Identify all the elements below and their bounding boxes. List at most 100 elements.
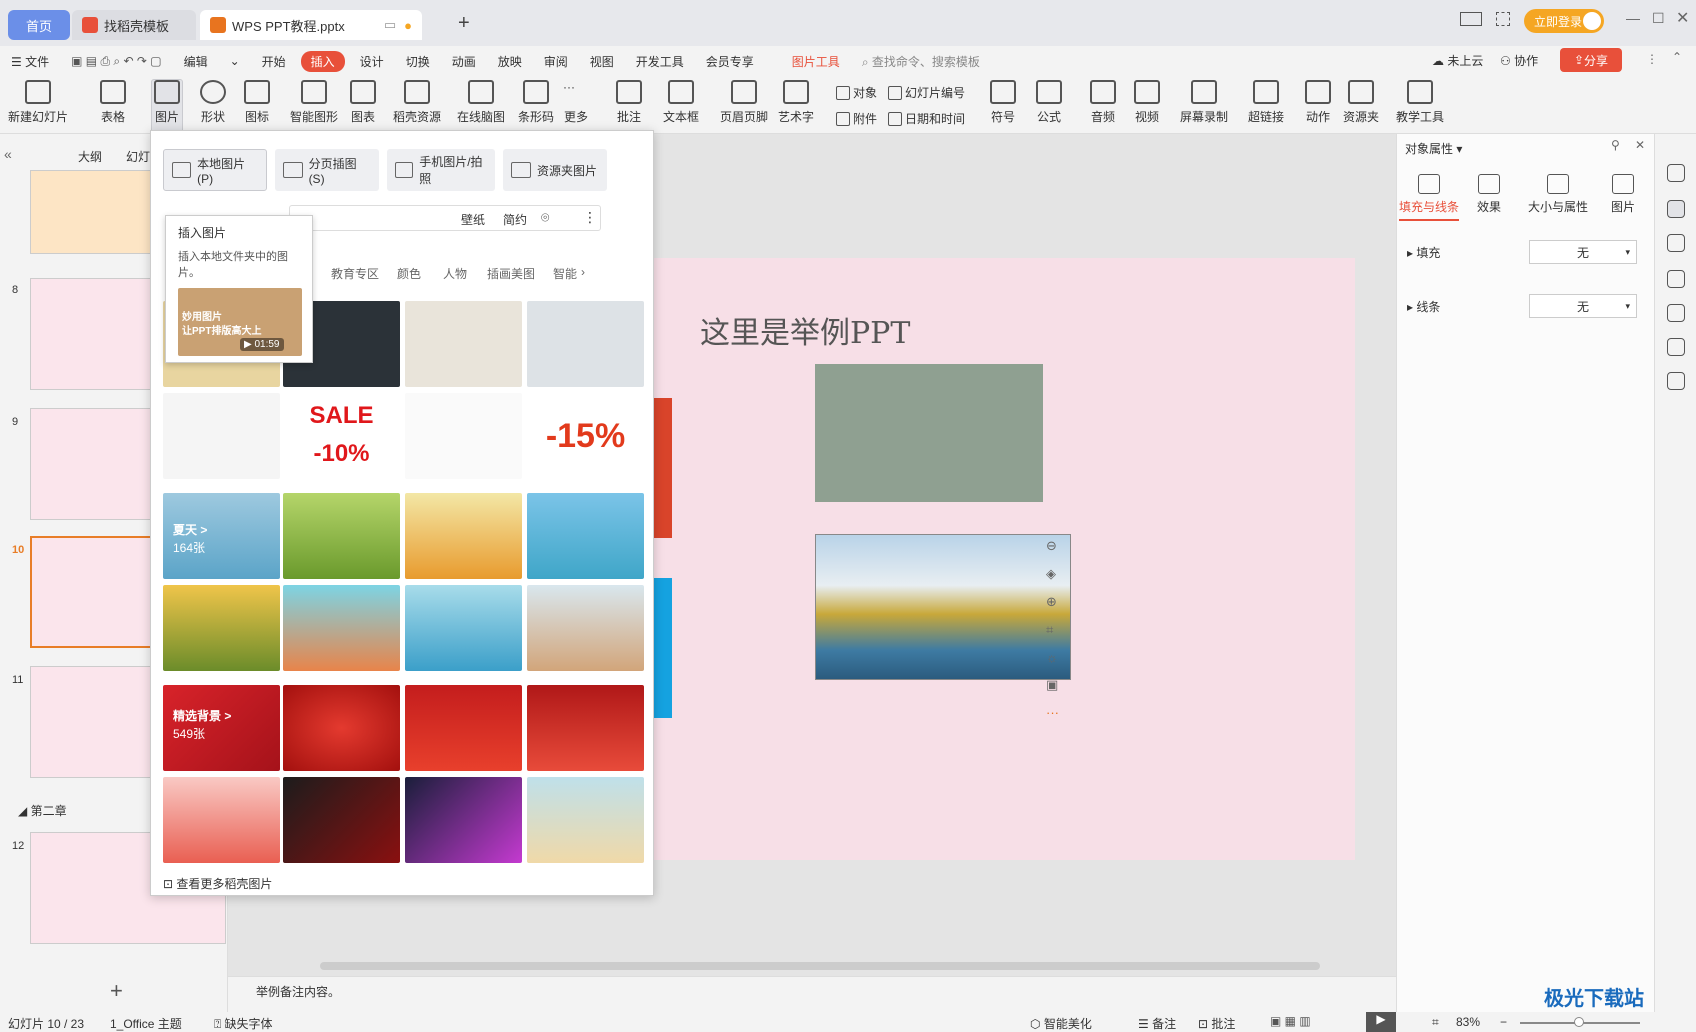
menu-transition[interactable]: 切换 <box>395 53 441 70</box>
tag-wallpaper[interactable]: 壁纸 <box>461 211 485 228</box>
fill-dropdown[interactable]: 无 ▾ <box>1529 240 1637 264</box>
minus-circle-icon[interactable]: ⊖ <box>1046 538 1059 554</box>
crop-icon[interactable]: ⌗ <box>1046 622 1059 638</box>
picture-thumbnail[interactable] <box>283 493 400 579</box>
picture-thumbnail[interactable] <box>527 685 644 771</box>
picture-thumbnail[interactable] <box>405 585 522 671</box>
tab-home[interactable]: 首页 <box>8 10 70 40</box>
picture-button[interactable]: 图片 <box>151 79 183 133</box>
picture-thumbnail[interactable] <box>283 777 400 863</box>
picture-thumbnail[interactable] <box>283 685 400 771</box>
video-button[interactable]: 视频 <box>1134 80 1160 125</box>
tag-simple[interactable]: 简约 <box>503 211 527 228</box>
minimize-button[interactable]: — <box>1626 10 1640 26</box>
share-button[interactable]: ⇪ 分享 <box>1560 48 1622 72</box>
star-icon[interactable] <box>1667 234 1685 252</box>
menu-start[interactable]: 开始 <box>251 53 297 70</box>
wordart-button[interactable]: 艺术字 <box>778 80 814 125</box>
theme-name[interactable]: 1_Office 主题 <box>110 1015 182 1032</box>
tab-fill-line[interactable]: 填充与线条 <box>1399 174 1459 221</box>
category-people[interactable]: 人物 <box>443 265 467 282</box>
line-section[interactable]: ▸ 线条 <box>1407 298 1440 315</box>
picture-search-input[interactable] <box>289 205 601 231</box>
menu-animation[interactable]: 动画 <box>441 53 487 70</box>
play-button[interactable]: ▶ <box>1366 1012 1396 1032</box>
icon-button[interactable]: 图标 <box>244 80 270 125</box>
fill-section[interactable]: ▸ 填充 <box>1407 244 1440 261</box>
category-education[interactable]: 教育专区 <box>331 265 379 282</box>
attachment-button[interactable]: 附件 <box>836 110 877 127</box>
page-insert-button[interactable]: 分页插图(S) <box>275 149 379 191</box>
object-button[interactable]: 对象 <box>836 84 877 101</box>
tab-effects[interactable]: 效果 <box>1459 174 1519 215</box>
docer-resource-button[interactable]: 稻壳资源 <box>393 80 441 125</box>
rocket-icon[interactable] <box>1667 164 1685 182</box>
comment-toggle[interactable]: ⊡ 批注 <box>1198 1015 1235 1032</box>
login-button[interactable]: 立即登录 <box>1524 9 1604 33</box>
zoom-level[interactable]: 83% <box>1456 1015 1480 1029</box>
close-panel-icon[interactable]: ✕ <box>1635 138 1645 152</box>
tutorial-video-thumbnail[interactable]: 妙用图片 让PPT排版高大上 ▶ 01:59 <box>178 288 302 356</box>
picture-thumbnail[interactable] <box>163 777 280 863</box>
more-button[interactable]: ··· 更多 <box>563 80 589 125</box>
menu-file[interactable]: 文件 <box>25 55 49 69</box>
chevron-down-icon[interactable]: ⌄ <box>219 54 251 68</box>
audio-button[interactable]: 音频 <box>1090 80 1116 125</box>
resource-picture-button[interactable]: 资源夹图片 <box>503 149 607 191</box>
action-button[interactable]: 动作 <box>1305 80 1331 125</box>
menu-edit[interactable]: 编辑 <box>173 53 219 70</box>
tab-picture[interactable]: 图片 <box>1593 174 1653 215</box>
online-mind-button[interactable]: 在线脑图 <box>457 80 505 125</box>
fit-icon[interactable]: ⌗ <box>1432 1015 1439 1030</box>
notes-text[interactable]: 举例备注内容。 <box>256 985 340 999</box>
tab-templates[interactable]: 找稻壳模板 <box>72 10 196 40</box>
settings-sliders-icon[interactable] <box>1667 200 1685 218</box>
teaching-tool-button[interactable]: 教学工具 <box>1396 80 1444 125</box>
menu-insert[interactable]: 插入 <box>300 50 345 72</box>
sale-thumbnail[interactable]: SALE -10% <box>283 393 400 479</box>
picture-thumbnail[interactable] <box>527 301 644 387</box>
slide-number-button[interactable]: 幻灯片编号 <box>888 84 965 101</box>
quick-access-icons[interactable]: ▣ ▤ ⎙ ⌕ ↶ ↷ ▢ <box>60 54 172 69</box>
p-logo-image[interactable] <box>815 364 1043 502</box>
summer-collection[interactable]: 夏天 > 164张 <box>163 493 280 579</box>
layers-icon[interactable]: ◈ <box>1046 566 1059 582</box>
barcode-button[interactable]: 条形码 <box>518 80 554 125</box>
tab-size[interactable]: 大小与属性 <box>1521 174 1595 215</box>
table-button[interactable]: 表格 <box>100 80 126 125</box>
picture-thumbnail[interactable] <box>163 393 280 479</box>
chevron-right-icon[interactable]: › <box>581 265 585 279</box>
menu-member[interactable]: 会员专享 <box>695 53 765 70</box>
smart-shape-button[interactable]: 智能图形 <box>290 80 338 125</box>
book-icon[interactable] <box>1667 372 1685 390</box>
picture-thumbnail[interactable] <box>527 493 644 579</box>
missing-font-button[interactable]: ⍰ 缺失字体 <box>214 1015 273 1032</box>
chart-button[interactable]: 图表 <box>350 80 376 125</box>
picture-thumbnail[interactable] <box>405 493 522 579</box>
background-collection[interactable]: 精选背景 > 549张 <box>163 685 280 771</box>
hyperlink-button[interactable]: 超链接 <box>1248 80 1284 125</box>
panel-title[interactable]: 对象属性 ▾ <box>1405 140 1462 157</box>
picture-thumbnail[interactable] <box>283 585 400 671</box>
menu-slideshow[interactable]: 放映 <box>487 53 533 70</box>
search-command[interactable]: ⌕ 查找命令、搜索模板 <box>851 53 991 70</box>
add-slide-button[interactable]: + <box>110 978 123 1004</box>
picture-thumbnail[interactable] <box>405 777 522 863</box>
comment-button[interactable]: 批注 <box>616 80 642 125</box>
pin-icon[interactable]: ⚲ <box>1611 138 1620 152</box>
formula-button[interactable]: 公式 <box>1036 80 1062 125</box>
menu-developer[interactable]: 开发工具 <box>625 53 695 70</box>
resource-folder-button[interactable]: 资源夹 <box>1343 80 1379 125</box>
line-dropdown[interactable]: 无 ▾ <box>1529 294 1637 318</box>
collapse-panel-icon[interactable]: « <box>4 146 12 162</box>
symbol-button[interactable]: 符号 <box>990 80 1016 125</box>
menu-design[interactable]: 设计 <box>349 53 395 70</box>
maximize-button[interactable]: ☐ <box>1652 10 1665 27</box>
datetime-button[interactable]: 日期和时间 <box>888 110 965 127</box>
grid-icon[interactable] <box>1496 12 1510 26</box>
window-icon[interactable]: ▭ <box>384 17 396 33</box>
hamburger-icon[interactable]: ☰ 文件 <box>0 53 60 70</box>
textbox-button[interactable]: 文本框 <box>663 80 699 125</box>
zoom-slider-handle[interactable] <box>1574 1017 1584 1027</box>
local-picture-button[interactable]: 本地图片(P) <box>163 149 267 191</box>
